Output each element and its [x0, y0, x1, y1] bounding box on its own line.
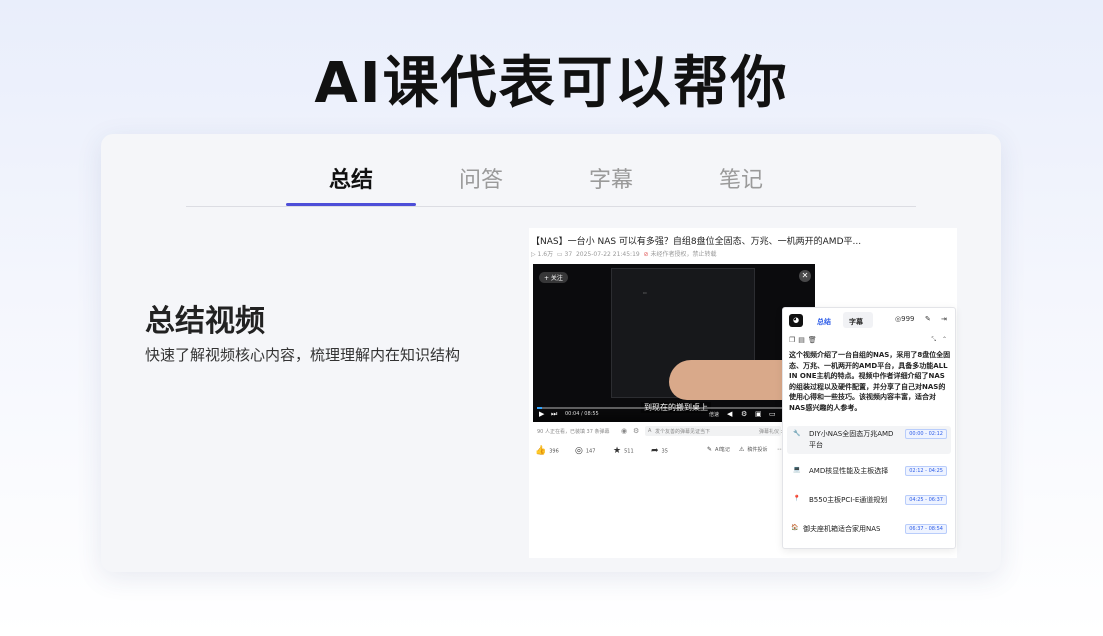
pin-icon[interactable]: ✎ — [925, 315, 931, 323]
chapter-item[interactable]: 💻 AMD核显性能及主板选择 02:12 - 04:25 — [787, 466, 951, 480]
tab-subtitles[interactable]: 字幕 — [546, 162, 676, 194]
play-count: 1.6万 — [537, 251, 554, 258]
chapter-item[interactable]: 📍 B550主板PCI-E通道规划 04:25 - 06:37 — [787, 495, 951, 509]
chapter-title: AMD核显性能及主板选择 — [809, 467, 889, 475]
report-icon: ⚠ — [739, 446, 745, 453]
tab-bar: 总结 问答 字幕 笔记 — [186, 156, 916, 207]
delete-icon[interactable]: 🗑 — [808, 336, 820, 344]
danmaku-style-icon[interactable]: A — [648, 428, 651, 434]
close-icon[interactable]: ✕ — [799, 270, 811, 282]
danmaku-placeholder: 发个友善的弹幕见证当下 — [655, 429, 711, 435]
save-icon[interactable]: ▤ — [798, 336, 808, 344]
summary-text: 这个视频介绍了一台自组的NAS，采用了8盘位全固态、万兆、一机两开的AMD平台，… — [789, 351, 951, 412]
chapter-range[interactable]: 06:37 - 08:54 — [905, 524, 947, 534]
panel-tab-subtitle[interactable]: 字幕 — [849, 317, 863, 327]
play-icon[interactable]: ▶ — [539, 410, 544, 418]
ai-assistant-logo: ◕ — [789, 314, 803, 327]
computer-icon: 💻 — [793, 466, 801, 473]
repost-warning: 未经作者授权，禁止转载 — [650, 251, 717, 258]
pip-icon[interactable]: ▣ — [755, 410, 762, 418]
chapter-item[interactable]: 🔧 DIY小NAS全固态万兆AMD平台 00:00 - 02:12 — [787, 426, 951, 454]
chapter-range[interactable]: 02:12 - 04:25 — [905, 466, 947, 476]
chapter-title: 御夫座机箱适合家用NAS — [803, 525, 881, 533]
share-button[interactable]: ➦ 35 — [651, 446, 668, 456]
viewer-line: 90 人正在看，已装填 37 条弹幕 — [537, 429, 610, 435]
tab-summary[interactable]: 总结 — [286, 162, 416, 194]
star-icon: ★ — [613, 446, 622, 456]
danmaku-bar: 90 人正在看，已装填 37 条弹幕 ◉ ⚙ A 发个友善的弹幕见证当下 弹幕礼… — [533, 424, 815, 440]
video-actions: 👍 396 ◎ 147 ★ 511 ➦ 35 ✎ AI笔记 ⚠ 稿件投诉 ⋯ — [533, 444, 815, 460]
wrench-icon: 🔧 — [793, 430, 801, 437]
collapse-controls: ⤡ ⌃ — [931, 336, 947, 344]
case-logo: ▭ — [643, 290, 647, 295]
progress-bar[interactable] — [537, 407, 811, 409]
player-controls: ▶ ⏭ 00:04 / 08:55 倍速 ◀ ⚙ ▣ ▭ ⛶ — [533, 406, 815, 422]
feature-title: 总结视频 — [145, 304, 265, 339]
demo-screenshot: 【NAS】一台小 NAS 可以有多强？自组8盘位全固态、万兆、一机两开的AMD平… — [529, 228, 957, 558]
speed-button[interactable]: 倍速 — [709, 411, 719, 418]
collapse-icon[interactable]: ⌃ — [942, 336, 947, 343]
shrink-icon[interactable]: ⤡ — [931, 336, 936, 343]
tab-qa[interactable]: 问答 — [416, 162, 546, 194]
like-button[interactable]: 👍 396 — [535, 446, 559, 456]
coin-icon: ◎ — [575, 446, 583, 456]
chapter-title: DIY小NAS全固态万兆AMD平台 — [809, 430, 894, 449]
coin-button[interactable]: ◎ 147 — [575, 446, 595, 456]
danmaku-settings-icon[interactable]: ⚙ — [633, 427, 639, 435]
credits: ◎999 — [895, 315, 915, 323]
chapter-title: B550主板PCI-E通道规划 — [809, 496, 888, 504]
follow-button[interactable]: + 关注 — [539, 272, 568, 283]
report-button[interactable]: ⚠ 稿件投诉 — [739, 446, 767, 453]
widescreen-icon[interactable]: ▭ — [769, 410, 776, 418]
danmaku-icon: ▭ — [556, 251, 563, 258]
playback-time: 00:04 / 08:55 — [565, 411, 599, 417]
no-repost-icon: ⊘ — [643, 251, 649, 258]
house-icon: 🏠 — [791, 524, 799, 531]
copy-icon[interactable]: ❐ — [789, 336, 798, 344]
panel-toolbar: ❐▤🗑 — [789, 336, 820, 344]
video-meta: ▷ 1.6万 ▭ 37 2025-07-22 21:45:19 ⊘ 未经作者授权… — [531, 249, 717, 258]
exit-icon[interactable]: ⇥ — [941, 315, 947, 323]
video-player[interactable]: ▭ + 关注 ✕ 到现在的搬到桌上 ▶ ⏭ 00:04 / 08:55 倍速 ◀… — [533, 264, 815, 422]
chapter-range[interactable]: 00:00 - 02:12 — [905, 429, 947, 439]
pin-icon: 📍 — [793, 495, 801, 502]
tab-indicator-track — [186, 203, 916, 206]
chapter-range[interactable]: 04:25 - 06:37 — [905, 495, 947, 505]
progress-fill — [537, 407, 543, 409]
tab-active-indicator — [286, 203, 416, 206]
video-title[interactable]: 【NAS】一台小 NAS 可以有多强？自组8盘位全固态、万兆、一机两开的AMD平… — [531, 234, 861, 247]
tab-notes[interactable]: 笔记 — [676, 162, 806, 194]
favorite-button[interactable]: ★ 511 — [613, 446, 634, 456]
danmaku-count: 37 — [564, 251, 573, 258]
feature-description: 快速了解视频核心内容，梳理理解内在知识结构 — [145, 346, 461, 364]
share-icon: ➦ — [651, 446, 659, 456]
publish-date: 2025-07-22 21:45:19 — [575, 251, 640, 258]
settings-icon[interactable]: ⚙ — [741, 410, 747, 418]
ai-summary-panel: ◕ 总结 字幕 ◎999 ✎ ⇥ ❐▤🗑 ⤡ ⌃ 这个视频介绍了一台自组的NAS… — [782, 307, 956, 549]
ai-note-button[interactable]: ✎ AI笔记 — [707, 446, 730, 453]
thumbs-up-icon: 👍 — [535, 446, 547, 456]
danmaku-etiquette[interactable]: 弹幕礼仪 > — [759, 428, 785, 435]
feature-card: 总结 问答 字幕 笔记 总结视频 快速了解视频核心内容，梳理理解内在知识结构 【… — [101, 134, 1001, 572]
volume-icon[interactable]: ◀ — [727, 410, 732, 418]
chapter-item[interactable]: 🏠 御夫座机箱适合家用NAS 06:37 - 08:54 — [787, 524, 951, 538]
next-icon[interactable]: ⏭ — [551, 410, 557, 419]
panel-tab-summary[interactable]: 总结 — [817, 317, 831, 327]
danmaku-toggle-icon[interactable]: ◉ — [621, 427, 627, 435]
headline: AI课代表可以帮你 — [314, 51, 789, 116]
play-count-icon: ▷ — [531, 251, 536, 258]
ai-note-icon: ✎ — [707, 446, 713, 453]
